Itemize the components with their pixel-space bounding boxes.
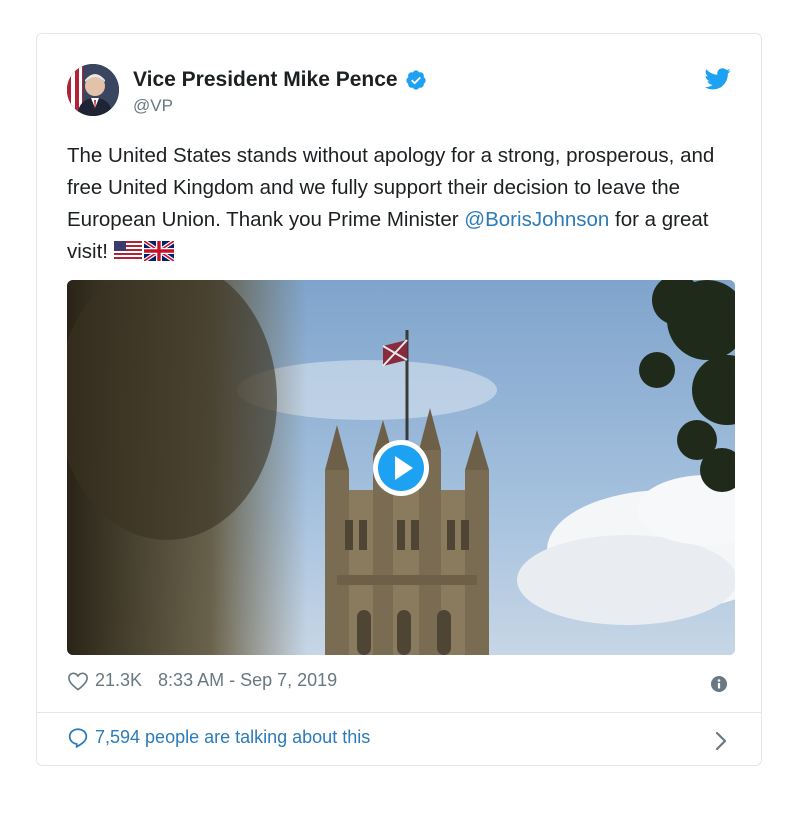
conversation-text: 7,594 people are talking about this xyxy=(95,727,371,747)
like-count[interactable]: 21.3K xyxy=(95,670,142,691)
comment-bubble-icon xyxy=(68,728,88,748)
tweet-text: The United States stands without apology… xyxy=(67,140,737,271)
video-thumbnail[interactable] xyxy=(67,280,735,655)
info-icon[interactable] xyxy=(711,676,727,692)
tweet-timestamp[interactable]: 8:33 AM - Sep 7, 2019 xyxy=(158,670,337,691)
us-flag-icon xyxy=(113,241,142,261)
flag-emojis xyxy=(113,239,175,271)
author-avatar[interactable] xyxy=(67,64,119,116)
uk-flag-icon xyxy=(142,239,175,263)
twitter-bird-icon[interactable] xyxy=(704,68,731,90)
mention-link[interactable]: @BorisJohnson xyxy=(464,208,609,231)
author-name[interactable]: Vice President Mike Pence xyxy=(133,68,398,92)
tweet-meta: 21.3K 8:33 AM - Sep 7, 2019 xyxy=(67,670,337,691)
heart-icon[interactable] xyxy=(67,671,89,691)
play-icon[interactable] xyxy=(371,438,431,498)
conversation-link[interactable]: 7,594 people are talking about this xyxy=(67,727,370,748)
chevron-right-icon[interactable] xyxy=(715,731,727,751)
author-handle[interactable]: @VP xyxy=(133,96,173,116)
author-name-row: Vice President Mike Pence xyxy=(133,68,427,92)
divider xyxy=(37,712,761,713)
verified-badge-icon xyxy=(405,69,427,91)
tweet-card: Vice President Mike Pence @VP The United… xyxy=(36,33,762,766)
